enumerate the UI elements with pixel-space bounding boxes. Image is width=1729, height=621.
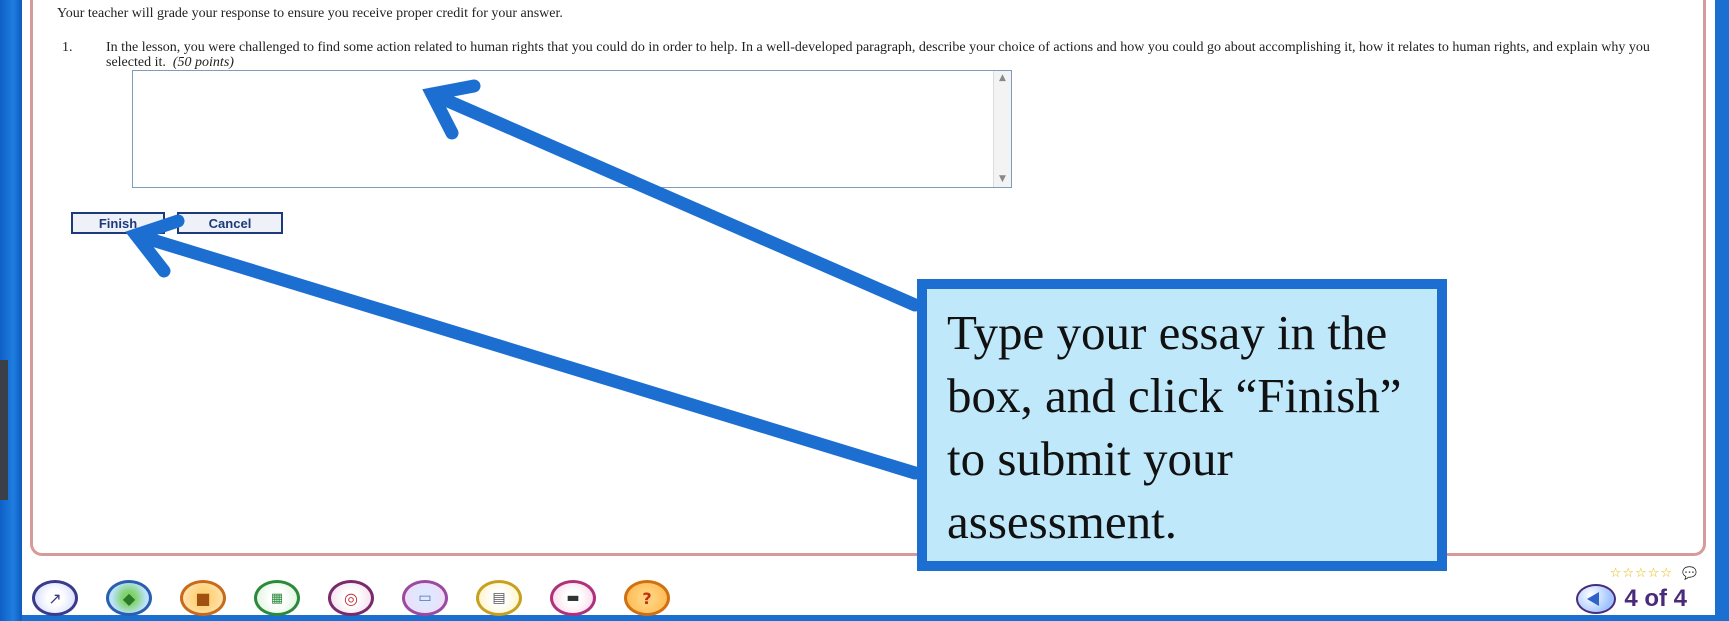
- bottom-toolbar: ↗ ◆ ■ ▦ ◎ ▭ ▤ ▬ ? ☆☆☆☆☆ 💬 4 of 4: [22, 566, 1715, 616]
- grading-notice: Your teacher will grade your response to…: [57, 6, 563, 21]
- instruction-callout: Type your essay in the box, and click “F…: [917, 279, 1447, 571]
- scroll-down-icon[interactable]: ▼: [995, 172, 1010, 187]
- target-icon[interactable]: ◎: [328, 580, 374, 616]
- compass-icon[interactable]: ↗: [32, 580, 78, 616]
- backpack-icon[interactable]: ■: [180, 580, 226, 616]
- finish-button[interactable]: Finish: [71, 212, 165, 234]
- comment-icon[interactable]: 💬: [1682, 566, 1697, 580]
- cancel-button[interactable]: Cancel: [177, 212, 283, 234]
- slide-right-band: [1715, 0, 1729, 621]
- callout-text: Type your essay in the box, and click “F…: [947, 305, 1402, 549]
- essay-scrollbar[interactable]: ▲ ▼: [993, 71, 1011, 187]
- question-number: 1.: [62, 40, 73, 55]
- previous-page-icon[interactable]: [1576, 584, 1617, 614]
- assessment-panel: Your teacher will grade your response to…: [30, 0, 1706, 556]
- question-prompt: In the lesson, you were challenged to fi…: [106, 40, 1686, 70]
- page-navigation: 4 of 4: [1576, 584, 1687, 614]
- star-rating[interactable]: ☆☆☆☆☆: [1610, 566, 1673, 581]
- help-icon[interactable]: ?: [624, 580, 670, 616]
- window-icon[interactable]: ▭: [402, 580, 448, 616]
- toolbox-icon[interactable]: ▬: [550, 580, 596, 616]
- scroll-up-icon[interactable]: ▲: [995, 71, 1010, 86]
- globe-icon[interactable]: ◆: [106, 580, 152, 616]
- question-text: In the lesson, you were challenged to fi…: [106, 40, 1650, 70]
- course-window: Your teacher will grade your response to…: [22, 0, 1715, 616]
- page-counter: 4 of 4: [1624, 585, 1687, 612]
- essay-textarea[interactable]: ▲ ▼: [132, 70, 1012, 188]
- question-points: (50 points): [172, 55, 234, 70]
- slide-left-band: [0, 0, 22, 621]
- printer-icon[interactable]: ▤: [476, 580, 522, 616]
- slide-left-shadow: [0, 360, 8, 500]
- calculator-icon[interactable]: ▦: [254, 580, 300, 616]
